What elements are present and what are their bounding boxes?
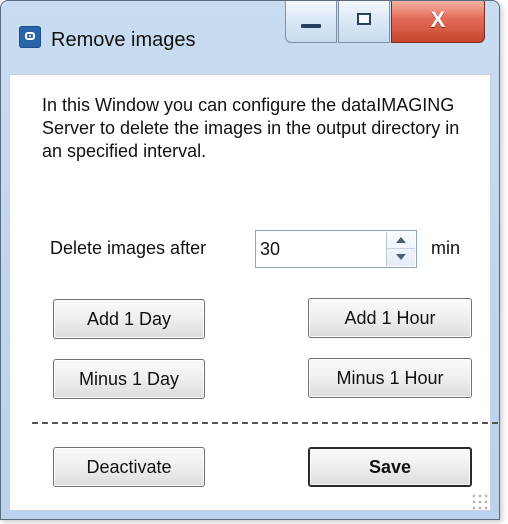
deactivate-button[interactable]: Deactivate	[53, 447, 205, 487]
close-icon: X	[430, 7, 446, 32]
minutes-spinner	[386, 232, 415, 266]
remove-images-window: Remove images X In this Window you can c…	[0, 0, 500, 520]
window-controls: X	[285, 1, 485, 43]
delete-images-label: Delete images after	[50, 238, 207, 258]
minimize-icon	[301, 24, 321, 28]
description-text: In this Window you can configure the dat…	[42, 95, 460, 161]
minimize-button[interactable]	[285, 1, 337, 43]
app-icon	[19, 26, 41, 48]
maximize-icon	[357, 13, 371, 25]
save-button[interactable]: Save	[308, 447, 472, 487]
minutes-stepper[interactable]	[255, 230, 417, 268]
minus-1-day-button[interactable]: Minus 1 Day	[53, 359, 205, 399]
minutes-unit-label: min	[431, 238, 461, 258]
section-divider	[32, 422, 498, 424]
resize-grip-icon[interactable]	[471, 493, 489, 511]
title-bar: Remove images X	[1, 1, 499, 71]
window-title: Remove images	[51, 29, 196, 51]
minus-1-hour-button[interactable]: Minus 1 Hour	[308, 358, 472, 398]
spin-down-icon[interactable]	[387, 249, 415, 266]
maximize-button[interactable]	[338, 1, 390, 43]
spin-up-icon[interactable]	[387, 232, 415, 249]
close-button[interactable]: X	[391, 1, 485, 43]
add-1-hour-button[interactable]: Add 1 Hour	[308, 298, 472, 338]
minutes-input[interactable]	[260, 231, 384, 267]
add-1-day-button[interactable]: Add 1 Day	[53, 299, 205, 339]
